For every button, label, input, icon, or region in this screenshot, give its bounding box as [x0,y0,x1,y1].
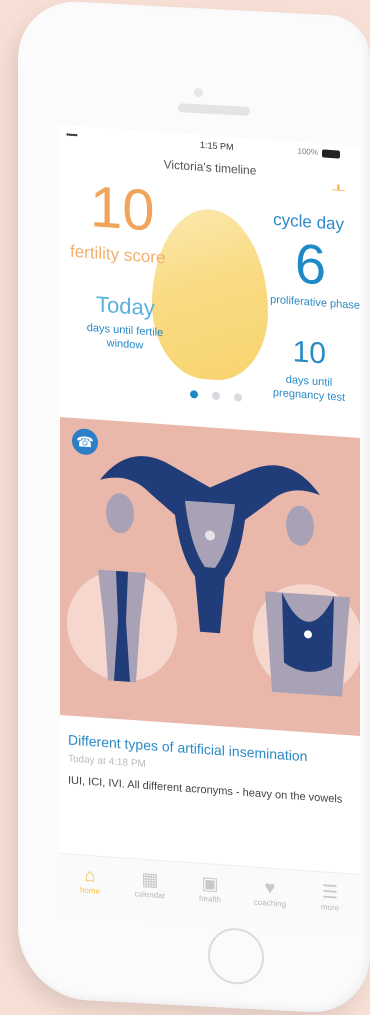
earpiece-speaker [178,103,250,116]
article-card[interactable]: Different types of artificial inseminati… [60,715,360,856]
fertile-window-value: Today [96,291,155,321]
tab-more[interactable]: ☰ more [302,879,358,914]
page-dot[interactable] [190,390,198,399]
tab-coaching[interactable]: ♥ coaching [242,875,298,910]
signal-indicator: ••••• [66,129,77,141]
tab-home[interactable]: ⌂ home [62,862,118,897]
fertile-window-label: days until fertile window [86,321,164,352]
status-time: 1:15 PM [200,139,234,153]
home-button[interactable] [208,926,264,986]
page-indicator[interactable] [190,390,242,402]
fertility-score-label: fertility score [70,241,166,268]
article-hero-image[interactable]: ☎ [60,417,360,736]
front-camera [194,88,203,98]
fertility-score-value: 10 [90,174,155,244]
battery-label: 100% [297,146,318,158]
tab-calendar[interactable]: ▦ calendar [122,866,178,901]
cycle-dashboard[interactable]: 10 fertility score cycle day 6 prolifera… [60,171,360,438]
cycle-day-label: cycle day [273,209,344,234]
reproductive-anatomy-illustration [67,456,360,697]
app-screen: ••••• 1:15 PM 100% Victoria's timeline +… [60,125,360,936]
tab-health[interactable]: ▣ health [182,871,238,906]
fertility-blob-illustration [152,205,268,384]
pregnancy-test-days: 10 [292,335,326,371]
page-dot[interactable] [212,391,220,401]
phase-label: proliferative phase [270,293,360,312]
cycle-day-value: 6 [294,231,326,297]
battery-icon [322,149,340,159]
page-dot[interactable] [234,393,242,402]
pregnancy-test-label: days until pregnancy test [272,373,346,404]
